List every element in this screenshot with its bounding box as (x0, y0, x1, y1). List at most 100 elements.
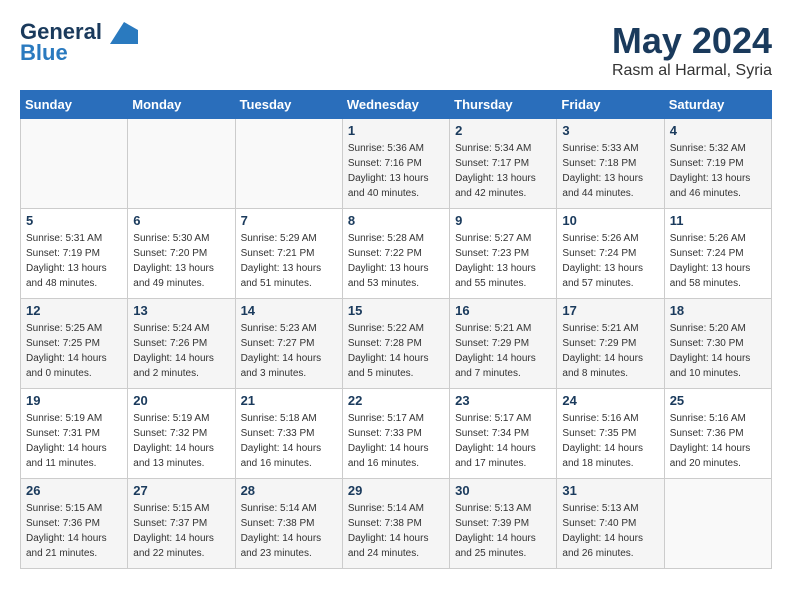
logo-icon (110, 22, 138, 44)
day-info: Sunrise: 5:31 AMSunset: 7:19 PMDaylight:… (26, 231, 122, 291)
day-number: 24 (562, 393, 658, 408)
calendar-day-cell: 25Sunrise: 5:16 AMSunset: 7:36 PMDayligh… (664, 389, 771, 479)
day-number: 4 (670, 123, 766, 138)
day-info: Sunrise: 5:22 AMSunset: 7:28 PMDaylight:… (348, 321, 444, 381)
day-number: 27 (133, 483, 229, 498)
title-block: May 2024 Rasm al Harmal, Syria (612, 20, 772, 80)
day-info: Sunrise: 5:14 AMSunset: 7:38 PMDaylight:… (348, 501, 444, 561)
day-info: Sunrise: 5:33 AMSunset: 7:18 PMDaylight:… (562, 141, 658, 201)
day-number: 7 (241, 213, 337, 228)
day-number: 10 (562, 213, 658, 228)
calendar-day-cell: 11 Sunrise: 5:26 AMSunset: 7:24 PMDayligh… (664, 209, 771, 299)
day-info: Sunrise: 5:18 AMSunset: 7:33 PMDaylight:… (241, 411, 337, 471)
weekday-header: Saturday (664, 91, 771, 119)
day-info: Sunrise: 5:25 AMSunset: 7:25 PMDaylight:… (26, 321, 122, 381)
calendar-day-cell: 7 Sunrise: 5:29 AMSunset: 7:21 PMDaylight… (235, 209, 342, 299)
day-info: Sunrise: 5:16 AMSunset: 7:36 PMDaylight:… (670, 411, 766, 471)
month-title: May 2024 (612, 20, 772, 62)
weekday-header: Tuesday (235, 91, 342, 119)
day-number: 31 (562, 483, 658, 498)
day-info: Sunrise: 5:17 AMSunset: 7:33 PMDaylight:… (348, 411, 444, 471)
day-info: Sunrise: 5:13 AMSunset: 7:40 PMDaylight:… (562, 501, 658, 561)
day-info: Sunrise: 5:17 AMSunset: 7:34 PMDaylight:… (455, 411, 551, 471)
calendar-day-cell: 10 Sunrise: 5:26 AMSunset: 7:24 PMDayligh… (557, 209, 664, 299)
calendar-day-cell: 23 Sunrise: 5:17 AMSunset: 7:34 PMDayligh… (450, 389, 557, 479)
location-title: Rasm al Harmal, Syria (612, 62, 772, 80)
calendar-day-cell: 4 Sunrise: 5:32 AMSunset: 7:19 PMDaylight… (664, 119, 771, 209)
day-number: 9 (455, 213, 551, 228)
day-info: Sunrise: 5:26 AMSunset: 7:24 PMDaylight:… (670, 231, 766, 291)
day-info: Sunrise: 5:32 AMSunset: 7:19 PMDaylight:… (670, 141, 766, 201)
weekday-header: Wednesday (342, 91, 449, 119)
day-number: 1 (348, 123, 444, 138)
day-info: Sunrise: 5:26 AMSunset: 7:24 PMDaylight:… (562, 231, 658, 291)
day-number: 15 (348, 303, 444, 318)
page-header: General Blue May 2024 Rasm al Harmal, Sy… (20, 20, 772, 80)
calendar-day-cell: 29 Sunrise: 5:14 AMSunset: 7:38 PMDayligh… (342, 479, 449, 569)
day-number: 18 (670, 303, 766, 318)
calendar-day-cell: 15 Sunrise: 5:22 AMSunset: 7:28 PMDayligh… (342, 299, 449, 389)
day-info: Sunrise: 5:15 AMSunset: 7:36 PMDaylight:… (26, 501, 122, 561)
day-info: Sunrise: 5:24 AMSunset: 7:26 PMDaylight:… (133, 321, 229, 381)
day-number: 20 (133, 393, 229, 408)
calendar-day-cell: 13 Sunrise: 5:24 AMSunset: 7:26 PMDayligh… (128, 299, 235, 389)
calendar-day-cell: 26Sunrise: 5:15 AMSunset: 7:36 PMDayligh… (21, 479, 128, 569)
day-info: Sunrise: 5:13 AMSunset: 7:39 PMDaylight:… (455, 501, 551, 561)
day-number: 14 (241, 303, 337, 318)
day-info: Sunrise: 5:34 AMSunset: 7:17 PMDaylight:… (455, 141, 551, 201)
calendar-day-cell (21, 119, 128, 209)
day-info: Sunrise: 5:14 AMSunset: 7:38 PMDaylight:… (241, 501, 337, 561)
day-number: 8 (348, 213, 444, 228)
day-info: Sunrise: 5:20 AMSunset: 7:30 PMDaylight:… (670, 321, 766, 381)
day-info: Sunrise: 5:21 AMSunset: 7:29 PMDaylight:… (455, 321, 551, 381)
day-info: Sunrise: 5:16 AMSunset: 7:35 PMDaylight:… (562, 411, 658, 471)
calendar-week-row: 19 Sunrise: 5:19 AMSunset: 7:31 PMDayligh… (21, 389, 772, 479)
logo: General Blue (20, 20, 138, 66)
calendar-day-cell: 1 Sunrise: 5:36 AMSunset: 7:16 PMDaylight… (342, 119, 449, 209)
calendar-day-cell: 8Sunrise: 5:28 AMSunset: 7:22 PMDaylight… (342, 209, 449, 299)
calendar-day-cell: 21 Sunrise: 5:18 AMSunset: 7:33 PMDayligh… (235, 389, 342, 479)
day-number: 5 (26, 213, 122, 228)
calendar-day-cell: 18 Sunrise: 5:20 AMSunset: 7:30 PMDayligh… (664, 299, 771, 389)
calendar-day-cell: 28 Sunrise: 5:14 AMSunset: 7:38 PMDayligh… (235, 479, 342, 569)
calendar-day-cell: 31 Sunrise: 5:13 AMSunset: 7:40 PMDayligh… (557, 479, 664, 569)
day-info: Sunrise: 5:19 AMSunset: 7:31 PMDaylight:… (26, 411, 122, 471)
day-number: 3 (562, 123, 658, 138)
calendar-day-cell: 5 Sunrise: 5:31 AMSunset: 7:19 PMDaylight… (21, 209, 128, 299)
calendar-day-cell: 24 Sunrise: 5:16 AMSunset: 7:35 PMDayligh… (557, 389, 664, 479)
day-number: 13 (133, 303, 229, 318)
day-info: Sunrise: 5:21 AMSunset: 7:29 PMDaylight:… (562, 321, 658, 381)
calendar-week-row: 5 Sunrise: 5:31 AMSunset: 7:19 PMDaylight… (21, 209, 772, 299)
calendar-day-cell: 16 Sunrise: 5:21 AMSunset: 7:29 PMDayligh… (450, 299, 557, 389)
day-number: 6 (133, 213, 229, 228)
day-number: 29 (348, 483, 444, 498)
day-number: 22 (348, 393, 444, 408)
day-number: 28 (241, 483, 337, 498)
day-number: 11 (670, 213, 766, 228)
calendar-day-cell: 17 Sunrise: 5:21 AMSunset: 7:29 PMDayligh… (557, 299, 664, 389)
day-info: Sunrise: 5:27 AMSunset: 7:23 PMDaylight:… (455, 231, 551, 291)
day-number: 19 (26, 393, 122, 408)
weekday-header: Monday (128, 91, 235, 119)
day-info: Sunrise: 5:36 AMSunset: 7:16 PMDaylight:… (348, 141, 444, 201)
day-number: 16 (455, 303, 551, 318)
day-number: 17 (562, 303, 658, 318)
day-info: Sunrise: 5:29 AMSunset: 7:21 PMDaylight:… (241, 231, 337, 291)
day-number: 12 (26, 303, 122, 318)
calendar-day-cell: 30Sunrise: 5:13 AMSunset: 7:39 PMDayligh… (450, 479, 557, 569)
calendar-day-cell (128, 119, 235, 209)
calendar-week-row: 1 Sunrise: 5:36 AMSunset: 7:16 PMDaylight… (21, 119, 772, 209)
calendar-day-cell: 6Sunrise: 5:30 AMSunset: 7:20 PMDaylight… (128, 209, 235, 299)
weekday-header: Thursday (450, 91, 557, 119)
calendar-day-cell: 19 Sunrise: 5:19 AMSunset: 7:31 PMDayligh… (21, 389, 128, 479)
calendar-table: SundayMondayTuesdayWednesdayThursdayFrid… (20, 90, 772, 569)
calendar-day-cell: 2Sunrise: 5:34 AMSunset: 7:17 PMDaylight… (450, 119, 557, 209)
calendar-day-cell (235, 119, 342, 209)
calendar-header-row: SundayMondayTuesdayWednesdayThursdayFrid… (21, 91, 772, 119)
day-number: 23 (455, 393, 551, 408)
weekday-header: Friday (557, 91, 664, 119)
day-info: Sunrise: 5:19 AMSunset: 7:32 PMDaylight:… (133, 411, 229, 471)
calendar-day-cell: 9 Sunrise: 5:27 AMSunset: 7:23 PMDaylight… (450, 209, 557, 299)
day-info: Sunrise: 5:15 AMSunset: 7:37 PMDaylight:… (133, 501, 229, 561)
day-number: 21 (241, 393, 337, 408)
